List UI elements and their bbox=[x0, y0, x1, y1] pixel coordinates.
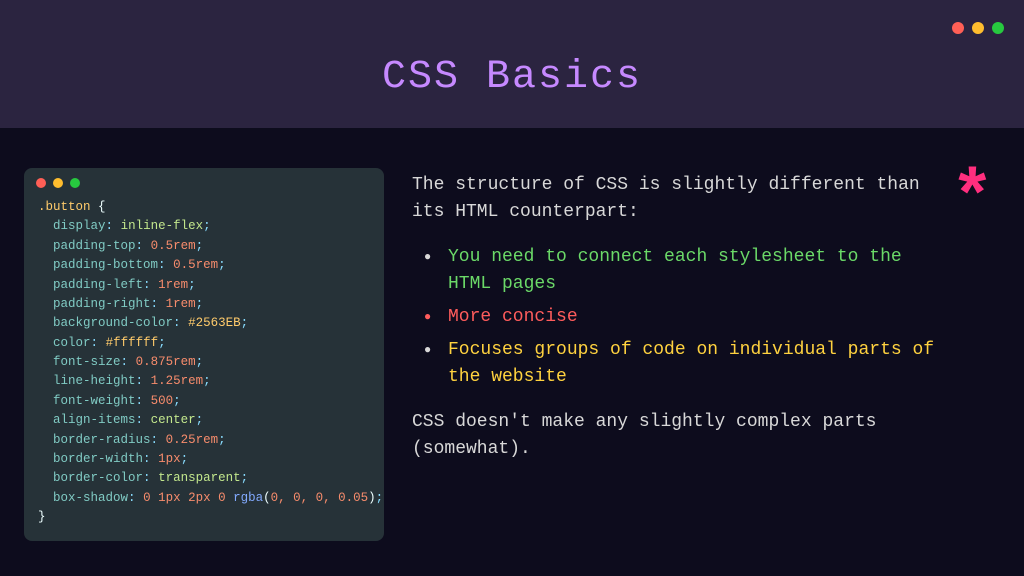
code-window-controls bbox=[36, 178, 370, 188]
close-icon bbox=[36, 178, 46, 188]
bullet-item: Focuses groups of code on individual par… bbox=[422, 337, 944, 391]
intro-paragraph: The structure of CSS is slightly differe… bbox=[412, 172, 944, 226]
footnote-paragraph: CSS doesn't make any slightly complex pa… bbox=[412, 409, 944, 463]
close-icon bbox=[952, 22, 964, 34]
slide-title: CSS Basics bbox=[382, 55, 642, 100]
asterisk-icon: * bbox=[951, 164, 994, 236]
minimize-icon bbox=[972, 22, 984, 34]
bullet-item: More concise bbox=[422, 304, 944, 331]
bullet-item: You need to connect each stylesheet to t… bbox=[422, 244, 944, 298]
slide-header: CSS Basics bbox=[0, 0, 1024, 128]
maximize-icon bbox=[70, 178, 80, 188]
code-panel: .button { display: inline-flex; padding-… bbox=[24, 168, 384, 541]
code-block: .button { display: inline-flex; padding-… bbox=[38, 198, 370, 527]
minimize-icon bbox=[53, 178, 63, 188]
maximize-icon bbox=[992, 22, 1004, 34]
slide-content: .button { display: inline-flex; padding-… bbox=[0, 128, 1024, 541]
bullet-list: You need to connect each stylesheet to t… bbox=[422, 244, 944, 391]
window-controls bbox=[952, 22, 1004, 34]
text-panel: The structure of CSS is slightly differe… bbox=[412, 168, 1000, 541]
